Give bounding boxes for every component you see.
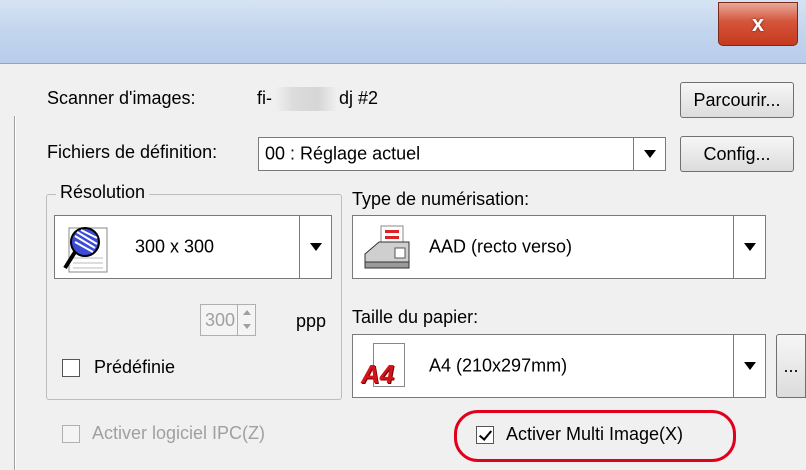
definition-label: Fichiers de définition: [47,142,218,162]
scanner-adf-icon [364,225,410,269]
paper-icon-text: A4 [361,359,395,389]
chevron-down-icon[interactable] [733,335,765,397]
predefined-label: Prédéfinie [94,357,176,377]
multi-image-label: Activer Multi Image(X) [506,424,684,444]
scanner-name-suffix: dj #2 [339,88,379,108]
close-button[interactable]: x [718,2,798,46]
chevron-down-icon[interactable] [733,216,765,278]
scan-type-value: AAD (recto verso) [429,236,573,257]
resolution-value: 300 x 300 [135,236,215,257]
close-icon: x [751,11,765,36]
predefined-checkbox[interactable] [62,359,80,377]
scanner-label: Scanner d'images: [47,88,196,108]
ipc-label: Activer logiciel IPC(Z) [92,423,266,443]
paper-more-button[interactable]: ... [776,334,806,398]
scanner-name-prefix: fi- [257,88,272,108]
resolution-icon [63,227,108,273]
spin-buttons[interactable] [237,305,255,335]
browse-button[interactable]: Parcourir... [680,82,794,118]
spin-up-icon[interactable] [243,310,251,315]
scan-type-label: Type de numérisation: [352,189,530,209]
definition-value: 00 : Réglage actuel [265,143,421,164]
paper-label: Taille du papier: [352,307,479,327]
resolution-spin-input[interactable]: 300 [200,304,256,336]
dialog-body: Scanner d'images: fi- dj #2 Parcourir...… [0,64,806,470]
multi-image-checkbox[interactable] [476,426,494,444]
scan-type-select[interactable]: AAD (recto verso) [352,215,766,279]
resolution-unit: ppp [296,311,327,331]
spin-down-icon[interactable] [243,324,251,329]
definition-select[interactable]: 00 : Réglage actuel [258,137,666,171]
paper-value: A4 (210x297mm) [429,355,568,376]
paper-a4-icon: A4 [361,343,411,391]
left-divider [14,116,16,470]
config-button[interactable]: Config... [680,136,794,172]
paper-select[interactable]: A4 A4 (210x297mm) [352,334,766,398]
redacted-region [275,87,337,111]
resolution-select[interactable]: 300 x 300 [54,215,332,279]
chevron-down-icon[interactable] [633,138,665,170]
resolution-spin-value: 300 [205,310,236,330]
ipc-checkbox[interactable] [62,425,80,443]
title-bar: x [0,0,806,64]
resolution-group-title: Résolution [56,182,150,203]
chevron-down-icon[interactable] [299,216,331,278]
